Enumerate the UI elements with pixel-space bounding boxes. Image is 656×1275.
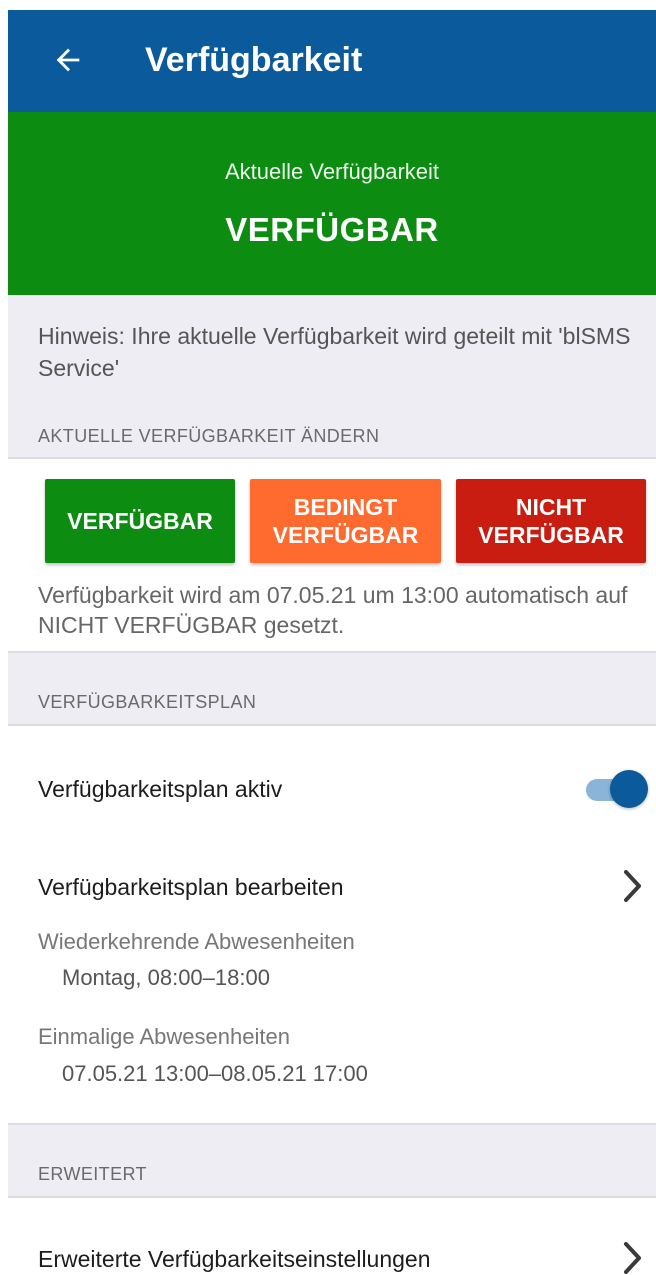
back-button[interactable]: [46, 38, 90, 82]
plan-active-label: Verfügbarkeitsplan aktiv: [38, 776, 283, 802]
set-unavailable-label-line2: VERFÜGBAR: [478, 522, 624, 548]
section-header-plan: VERFÜGBARKEITSPLAN: [38, 692, 257, 712]
onetime-absences-value: 07.05.21 13:00–08.05.21 17:00: [62, 1061, 368, 1086]
app-bar: Verfügbarkeit: [8, 10, 656, 112]
edit-plan-link[interactable]: Verfügbarkeitsplan bearbeiten: [38, 872, 344, 902]
status-caption: Aktuelle Verfügbarkeit: [224, 159, 440, 184]
hint-section: Hinweis: Ihre aktuelle Verfügbarkeit wir…: [8, 295, 656, 458]
divider: [8, 724, 656, 726]
set-conditional-label-line2: VERFÜGBAR: [272, 522, 419, 548]
current-status-banner: Aktuelle Verfügbarkeit VERFÜGBAR: [8, 112, 656, 295]
divider: [8, 457, 656, 459]
advanced-settings-link[interactable]: Erweiterte Verfügbarkeitseinstellungen: [38, 1244, 431, 1274]
toggle-thumb: [610, 770, 648, 808]
page-title: Verfügbarkeit: [145, 41, 363, 79]
set-conditional-label-line1: BEDINGT: [293, 494, 398, 520]
recurring-absences-label: Wiederkehrende Abwesenheiten: [38, 929, 355, 954]
plan-active-toggle[interactable]: [586, 770, 648, 808]
status-value: VERFÜGBAR: [225, 211, 439, 248]
chevron-right-icon[interactable]: [618, 866, 648, 906]
section-header-advanced: ERWEITERT: [38, 1164, 147, 1184]
arrow-left-icon: [56, 48, 80, 72]
set-conditional-button[interactable]: BEDINGT VERFÜGBAR: [250, 479, 441, 563]
onetime-absences-label: Einmalige Abwesenheiten: [38, 1024, 290, 1049]
divider: [8, 1196, 656, 1198]
auto-reset-note: Verfügbarkeit wird am 07.05.21 um 13:00 …: [38, 582, 628, 638]
recurring-absences-value: Montag, 08:00–18:00: [62, 965, 270, 990]
share-hint: Hinweis: Ihre aktuelle Verfügbarkeit wir…: [38, 323, 631, 381]
set-available-label: VERFÜGBAR: [67, 508, 213, 534]
availability-screen: Verfügbarkeit Aktuelle Verfügbarkeit VER…: [0, 0, 656, 1275]
section-header-change: AKTUELLE VERFÜGBARKEIT ÄNDERN: [38, 426, 380, 446]
chevron-right-icon[interactable]: [618, 1238, 648, 1275]
set-unavailable-button[interactable]: NICHT VERFÜGBAR: [456, 479, 646, 563]
plan-section-header-area: VERFÜGBARKEITSPLAN: [8, 653, 656, 726]
advanced-section-header-area: ERWEITERT: [8, 1125, 656, 1198]
set-available-button[interactable]: VERFÜGBAR: [45, 479, 235, 563]
set-unavailable-label-line1: NICHT: [515, 494, 587, 520]
